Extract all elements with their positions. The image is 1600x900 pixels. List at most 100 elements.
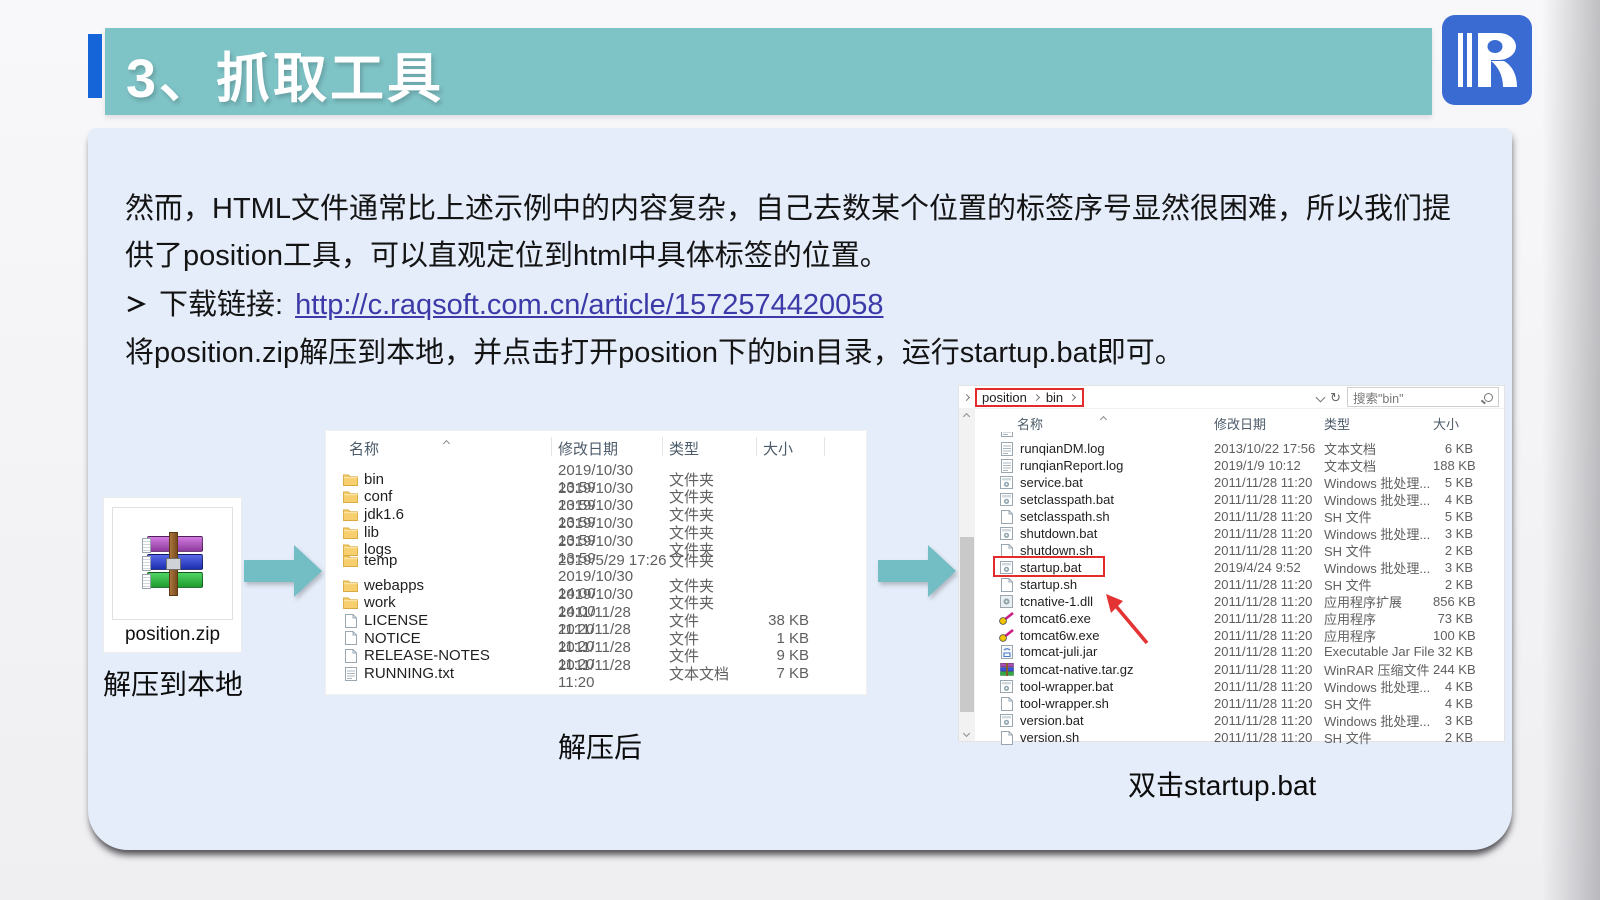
table-row[interactable]: bin 2019/10/30 13:59 文件夹 xyxy=(326,462,866,496)
file-date: 2011/11/28 11:20 xyxy=(1214,492,1313,507)
table-row[interactable]: version.bat 2011/11/28 11:20 Windows 批处理..… xyxy=(975,711,1504,729)
file-name: service.bat xyxy=(1020,475,1083,490)
intro-line-4: 将position.zip解压到本地，并点击打开position下的bin目录，… xyxy=(125,337,1184,369)
table-row[interactable]: service.bat 2011/11/28 11:20 Windows 批处理..… xyxy=(975,473,1504,491)
folder-icon xyxy=(343,526,358,539)
bin-folder-explorer: position bin ↻ 搜索"bin" 名称 修改日期 类型 大小 runqian… xyxy=(958,385,1505,746)
title-accent-bar xyxy=(88,34,102,98)
file-name: setclasspath.bat xyxy=(1020,492,1114,507)
table-row[interactable]: tomcat6.exe 2011/11/28 11:20 应用程序 73 KB xyxy=(975,609,1504,627)
clipped-row xyxy=(975,432,1504,439)
file-size: 73 KB xyxy=(1437,611,1473,626)
bat-icon xyxy=(999,527,1014,540)
address-dropdown-icon[interactable] xyxy=(1315,392,1326,402)
bat-icon xyxy=(999,561,1014,574)
file-date: 2011/11/28 11:20 xyxy=(1214,679,1313,694)
table-row[interactable]: startup.sh 2011/11/28 11:20 SH 文件 2 KB xyxy=(975,575,1504,593)
column-header[interactable]: 大小 xyxy=(1433,414,1477,433)
file-size: 4 KB xyxy=(1444,492,1473,507)
breadcrumb-item[interactable]: bin xyxy=(1046,390,1063,405)
file-size: 38 KB xyxy=(768,612,809,629)
table-row[interactable]: shutdown.bat 2011/11/28 11:20 Windows 批处理.… xyxy=(975,524,1504,542)
file-date: 2011/11/28 11:20 xyxy=(1214,662,1313,677)
zip-filename: position.zip xyxy=(124,624,221,645)
table-row[interactable]: runqianDM.log 2013/10/22 17:56 文本文档 6 KB xyxy=(975,439,1504,457)
table-row[interactable]: webapps 2019/10/30 14:00 文件夹 xyxy=(326,568,866,602)
blank-icon xyxy=(999,696,1014,711)
file-type: 文件夹 xyxy=(669,553,715,571)
file-date: 2019/1/9 10:12 xyxy=(1214,458,1301,473)
file-type: SH 文件 xyxy=(1324,731,1372,746)
file-name: temp xyxy=(364,552,398,570)
file-size: 4 KB xyxy=(1444,696,1473,711)
column-header[interactable]: 名称 xyxy=(975,414,1214,433)
file-date: 2011/11/28 11:20 xyxy=(1214,713,1313,728)
column-header[interactable]: 大小 xyxy=(763,438,811,459)
doc-icon xyxy=(343,666,358,681)
column-header[interactable]: 类型 xyxy=(669,438,763,459)
column-header[interactable]: 名称 xyxy=(326,438,558,459)
table-row[interactable]: version.sh 2011/11/28 11:20 SH 文件 2 KB xyxy=(975,728,1504,746)
file-size: 7 KB xyxy=(776,665,809,683)
search-icon xyxy=(1484,392,1493,402)
file-type: 文本文档 xyxy=(669,666,730,684)
table-row[interactable]: tomcat6w.exe 2011/11/28 11:20 应用程序 100 KB xyxy=(975,626,1504,644)
file-name: LICENSE xyxy=(364,612,429,629)
download-label: 下载链接: xyxy=(159,288,284,321)
tomcat-icon xyxy=(999,612,1014,625)
file-date: 2011/11/28 11:20 xyxy=(1214,594,1313,609)
file-name: webapps xyxy=(364,576,425,594)
column-header-row[interactable]: 名称 修改日期 类型 大小 xyxy=(975,409,1504,432)
table-row[interactable]: startup.bat 2019/4/24 9:52 Windows 批处理... 3… xyxy=(975,556,1504,577)
breadcrumb-item[interactable]: position xyxy=(982,390,1027,405)
scrollbar[interactable] xyxy=(959,409,975,741)
table-row[interactable]: tool-wrapper.bat 2011/11/28 11:20 Windows … xyxy=(975,677,1504,695)
table-row[interactable]: shutdown.sh 2011/11/28 11:20 SH 文件 2 KB xyxy=(975,541,1504,559)
file-size: 6 KB xyxy=(1444,441,1473,456)
column-header[interactable]: 修改日期 xyxy=(558,438,669,459)
scroll-down-icon[interactable] xyxy=(962,729,971,738)
file-name: tomcat6.exe xyxy=(1020,611,1091,626)
table-row[interactable]: setclasspath.bat 2011/11/28 11:20 Windows … xyxy=(975,490,1504,508)
table-row[interactable]: temp 2019/5/29 17:26 文件夹 xyxy=(326,550,866,571)
blank-icon xyxy=(343,631,358,646)
column-header-row[interactable]: 名称 修改日期 类型 大小 xyxy=(326,431,866,462)
table-row[interactable]: tcnative-1.dll 2011/11/28 11:20 应用程序扩展 856 … xyxy=(975,592,1504,610)
file-size: 244 KB xyxy=(1433,662,1476,677)
blank-icon xyxy=(999,509,1014,524)
table-row[interactable]: runqianReport.log 2019/1/9 10:12 文本文档 188 K… xyxy=(975,456,1504,474)
caption-double-click: 双击startup.bat xyxy=(1128,770,1317,801)
file-date: 2019/4/24 9:52 xyxy=(1214,560,1301,575)
search-input[interactable]: 搜索"bin" xyxy=(1347,387,1499,407)
file-name: NOTICE xyxy=(364,629,421,647)
file-name: runqianReport.log xyxy=(1020,458,1124,473)
table-row[interactable]: tomcat-native.tar.gz 2011/11/28 11:20 WinR… xyxy=(975,660,1504,678)
file-name: tomcat6w.exe xyxy=(1020,628,1100,643)
file-name: RELEASE-NOTES xyxy=(364,647,490,665)
table-row[interactable]: tool-wrapper.sh 2011/11/28 11:20 SH 文件 4 KB xyxy=(975,694,1504,712)
table-row[interactable]: setclasspath.sh 2011/11/28 11:20 SH 文件 5 KB xyxy=(975,507,1504,525)
file-date: 2011/11/28 11:20 xyxy=(1214,509,1313,524)
file-size: 3 KB xyxy=(1444,526,1473,541)
breadcrumb[interactable]: position bin xyxy=(975,387,1085,407)
column-header[interactable]: 修改日期 xyxy=(1214,414,1324,433)
scroll-up-icon[interactable] xyxy=(962,412,971,421)
jar-icon xyxy=(999,644,1014,659)
address-bar[interactable]: position bin ↻ 搜索"bin" xyxy=(959,386,1504,409)
scrollbar-thumb[interactable] xyxy=(960,537,974,712)
zip-file-card[interactable]: position.zip xyxy=(103,497,242,653)
download-link[interactable]: http://c.raqsoft.com.cn/article/15725744… xyxy=(295,282,883,329)
table-row[interactable]: tomcat-juli.jar 2011/11/28 11:20 Executabl… xyxy=(975,643,1504,660)
file-name: RUNNING.txt xyxy=(364,665,454,683)
file-size: 32 KB xyxy=(1437,644,1473,659)
folder-icon xyxy=(343,596,358,610)
refresh-icon[interactable]: ↻ xyxy=(1330,391,1341,404)
file-name: version.sh xyxy=(1020,730,1080,745)
breadcrumb-separator-icon xyxy=(1069,393,1077,401)
file-size: 9 KB xyxy=(776,647,809,665)
column-header[interactable]: 类型 xyxy=(1324,414,1433,433)
file-name: version.bat xyxy=(1020,713,1084,728)
breadcrumb-separator-icon xyxy=(1032,393,1040,401)
file-name: tcnative-1.dll xyxy=(1020,594,1093,609)
file-name: shutdown.bat xyxy=(1020,526,1098,541)
